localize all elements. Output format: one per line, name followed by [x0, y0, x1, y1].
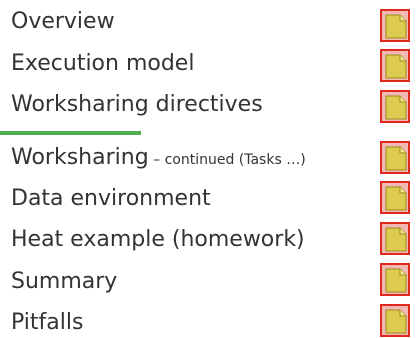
document-icon[interactable]	[380, 181, 410, 214]
document-glyph	[385, 309, 407, 334]
document-glyph	[385, 186, 407, 211]
title-fragment	[70, 0, 230, 4]
document-glyph	[385, 95, 407, 120]
agenda-item-label: Data environment	[11, 186, 211, 211]
document-icon[interactable]	[380, 49, 410, 82]
section-divider	[0, 131, 141, 135]
agenda-item-worksharing-directives[interactable]: Worksharing directives	[11, 92, 263, 118]
document-glyph	[385, 268, 407, 293]
agenda-item-label: Heat example (homework)	[11, 227, 305, 252]
document-icon[interactable]	[380, 304, 410, 337]
agenda-item-label: Summary	[11, 269, 118, 294]
document-icon[interactable]	[380, 263, 410, 296]
agenda-item-label: Execution model	[11, 51, 195, 76]
document-icon[interactable]	[380, 222, 410, 255]
document-icon[interactable]	[380, 141, 410, 174]
agenda-item-worksharing-continued[interactable]: Worksharing – continued (Tasks …)	[11, 145, 306, 173]
document-icon[interactable]	[380, 90, 410, 123]
agenda-item-data-environment[interactable]: Data environment	[11, 186, 211, 212]
agenda-item-heat-example[interactable]: Heat example (homework)	[11, 227, 305, 253]
agenda-item-label: Pitfalls	[11, 310, 84, 335]
document-glyph	[385, 227, 407, 252]
agenda-item-summary[interactable]: Summary	[11, 269, 117, 295]
document-glyph	[385, 146, 407, 171]
agenda-item-label: Worksharing directives	[11, 92, 263, 117]
agenda-item-label: Worksharing	[11, 145, 149, 170]
document-icon[interactable]	[380, 9, 410, 42]
document-glyph	[385, 14, 407, 39]
agenda-item-pitfalls[interactable]: Pitfalls	[11, 310, 83, 336]
agenda-item-note: – continued (Tasks …)	[148, 152, 306, 168]
agenda-item-execution-model[interactable]: Execution model	[11, 51, 194, 77]
agenda-item-overview[interactable]: Overview	[11, 9, 115, 35]
document-glyph	[385, 54, 407, 79]
agenda-item-label: Overview	[11, 9, 115, 34]
